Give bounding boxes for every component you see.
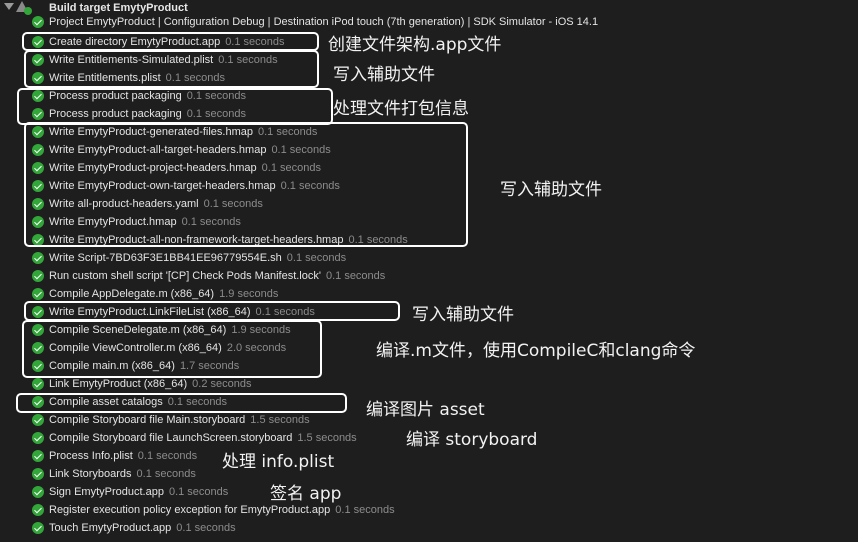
- step-text: Compile Storyboard file LaunchScreen.sto…: [49, 432, 293, 444]
- success-check-icon: [32, 486, 44, 498]
- annotation-box-create-directory: [22, 32, 319, 51]
- step-text: Link Storyboards: [49, 468, 132, 480]
- log-row[interactable]: Sign EmytyProduct.app 0.1 seconds: [0, 483, 858, 501]
- annotation-box-asset-catalogs: [16, 393, 347, 413]
- step-text: Sign EmytyProduct.app: [49, 486, 164, 498]
- step-duration: 0.1 seconds: [325, 270, 386, 282]
- step-duration: 0.2 seconds: [192, 378, 252, 390]
- log-row-project-info[interactable]: Project EmytyProduct | Configuration Deb…: [0, 13, 858, 31]
- log-row[interactable]: Touch EmytyProduct.app 0.1 seconds: [0, 519, 858, 537]
- step-text: Touch EmytyProduct.app: [49, 522, 172, 534]
- success-check-icon: [32, 252, 44, 264]
- success-check-icon: [32, 450, 44, 462]
- build-log: Build target EmytyProduct Project EmytyP…: [0, 0, 858, 542]
- step-text: Write Script-7BD63F3E1BB41EE96779554E.sh: [49, 252, 282, 264]
- step-text: Project EmytyProduct | Configuration Deb…: [49, 16, 599, 28]
- annotation-box-packaging: [17, 88, 333, 125]
- success-check-icon: [32, 288, 44, 300]
- success-check-icon: [32, 16, 44, 28]
- success-check-icon: [32, 270, 44, 282]
- success-check-icon: [32, 504, 44, 516]
- step-text: Run custom shell script '[CP] Check Pods…: [49, 270, 321, 282]
- annotation-note-write-helpers: 写入辅助文件: [333, 65, 435, 85]
- annotation-note-compile-assets: 编译图片 asset: [366, 400, 485, 420]
- step-duration: 0.1 seconds: [137, 450, 198, 462]
- step-duration: 0.1 seconds: [168, 486, 229, 498]
- success-check-icon: [32, 414, 44, 426]
- step-text: Compile AppDelegate.m (x86_64): [49, 288, 215, 300]
- step-text: Compile Storyboard file Main.storyboard: [49, 414, 246, 426]
- success-check-icon: [32, 378, 44, 390]
- step-duration: 0.1 seconds: [136, 468, 196, 480]
- annotation-note-create-app: 创建文件架构.app文件: [328, 35, 502, 55]
- step-text: Link EmytyProduct (x86_64): [49, 378, 188, 390]
- annotation-note-sign-app: 签名 app: [270, 484, 342, 504]
- step-duration: 1.5 seconds: [297, 432, 357, 444]
- annotation-note-info-plist: 处理 info.plist: [222, 452, 335, 472]
- annotation-note-compile-storyboard: 编译 storyboard: [406, 430, 538, 450]
- annotation-box-link-file-list: [24, 301, 400, 321]
- step-text: Register execution policy exception for …: [49, 504, 331, 516]
- annotation-note-write-helpers: 写入辅助文件: [412, 305, 514, 325]
- log-row[interactable]: Run custom shell script '[CP] Check Pods…: [0, 267, 858, 285]
- success-check-icon: [32, 522, 44, 534]
- step-duration: 1.5 seconds: [250, 414, 310, 426]
- log-row[interactable]: Write Script-7BD63F3E1BB41EE96779554E.sh…: [0, 249, 858, 267]
- annotation-box-compile-sources: [22, 320, 322, 378]
- step-duration: 1.9 seconds: [219, 288, 279, 300]
- annotation-note-write-helpers: 写入辅助文件: [500, 180, 602, 200]
- step-duration: 0.1 seconds: [286, 252, 347, 264]
- success-check-icon: [32, 468, 44, 480]
- annotation-note-packaging: 处理文件打包信息: [333, 99, 469, 119]
- annotation-box-entitlements: [24, 50, 319, 88]
- step-duration: 0.1 seconds: [176, 522, 236, 534]
- annotation-note-compile-m: 编译.m文件，使用CompileC和clang命令: [376, 341, 696, 361]
- step-text: Process Info.plist: [49, 450, 133, 462]
- step-duration: 0.1 seconds: [335, 504, 395, 516]
- annotation-box-header-maps: [24, 122, 468, 247]
- disclosure-triangle-icon[interactable]: [4, 3, 14, 10]
- success-check-icon: [32, 432, 44, 444]
- log-row[interactable]: Register execution policy exception for …: [0, 501, 858, 519]
- log-row[interactable]: Link Storyboards 0.1 seconds: [0, 465, 858, 483]
